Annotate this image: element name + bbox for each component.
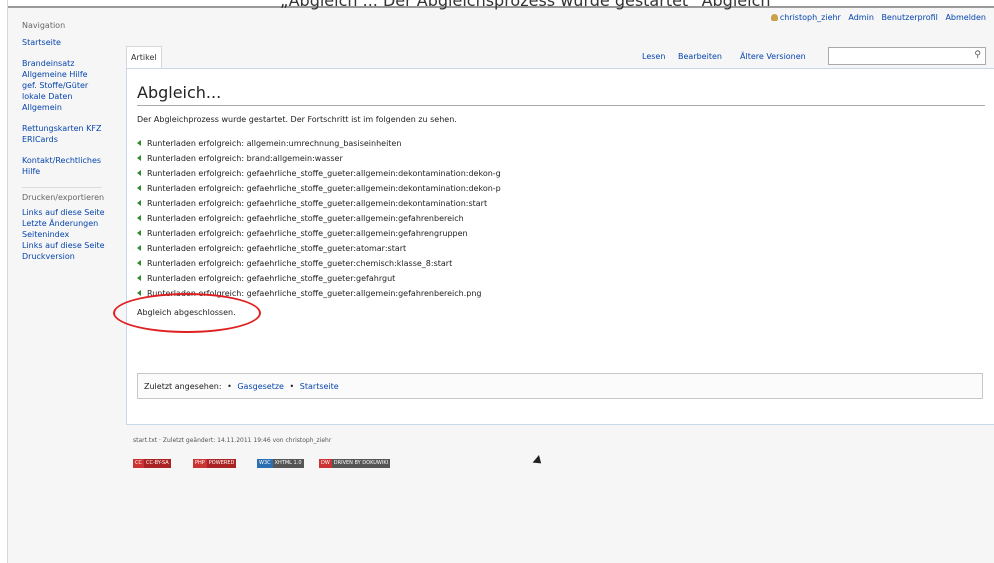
search-input[interactable]: ⚲ [828, 47, 986, 65]
success-arrow-icon [137, 260, 141, 266]
success-arrow-icon [137, 245, 141, 251]
sidebar-item-ericards[interactable]: ERICards [22, 134, 122, 145]
sidebar: Navigation Startseite Brandeinsatz Allge… [22, 20, 122, 272]
sidebar-item-print-version[interactable]: Druckversion [22, 251, 122, 262]
footer-page-info: start.txt · Zuletzt geändert: 14.11.2011… [133, 437, 332, 444]
list-item: Runterladen erfolgreich: brand:allgemein… [137, 151, 501, 166]
license-badge[interactable]: CC CC-BY-SA [133, 459, 189, 468]
sidebar-group-cards: Rettungskarten KFZ ERICards [22, 123, 122, 145]
tabs-row: Artikel Lesen Bearbeiten Ältere Versione… [126, 46, 994, 69]
sidebar-group-tools: Links auf diese Seite Letzte Änderungen … [22, 207, 122, 262]
sidebar-item-brandeinsatz[interactable]: Brandeinsatz [22, 58, 122, 69]
success-arrow-icon [137, 230, 141, 236]
sidebar-item-kontakt[interactable]: Kontakt/Rechtliches [22, 155, 122, 166]
intro-text: Der Abgleichprozess wurde gestartet. Der… [137, 115, 457, 124]
tab-edit[interactable]: Bearbeiten [674, 46, 726, 68]
sidebar-item-allgemeine-hilfe[interactable]: Allgemeine Hilfe [22, 69, 122, 80]
magnifier-icon[interactable]: ⚲ [974, 50, 981, 60]
success-arrow-icon [137, 140, 141, 146]
list-item: Runterladen erfolgreich: gefaehrliche_st… [137, 211, 501, 226]
sidebar-item-lokale-daten[interactable]: lokale Daten [22, 91, 122, 102]
breadcrumb-startseite[interactable]: Startseite [300, 382, 339, 391]
sidebar-heading: Navigation [22, 21, 66, 30]
admin-link[interactable]: Admin [848, 13, 874, 22]
page-title: Abgleich... [137, 83, 222, 102]
sidebar-group-contact: Kontakt/Rechtliches Hilfe [22, 155, 122, 177]
personal-tools: christoph_ziehr Admin Benutzerprofil Abm… [766, 13, 986, 22]
success-arrow-icon [137, 290, 141, 296]
success-arrow-icon [137, 200, 141, 206]
w3c-badge[interactable]: W3C XHTML 1.0 [257, 459, 313, 468]
download-list: Runterladen erfolgreich: allgemein:umrec… [137, 136, 501, 301]
sidebar-item-gef-stoffe[interactable]: gef. Stoffe/Güter [22, 80, 122, 91]
list-item: Runterladen erfolgreich: gefaehrliche_st… [137, 226, 501, 241]
success-arrow-icon [137, 185, 141, 191]
list-item: Runterladen erfolgreich: gefaehrliche_st… [137, 196, 501, 211]
breadcrumb-bullet: • [289, 382, 295, 391]
sidebar-group-topics: Brandeinsatz Allgemeine Hilfe gef. Stoff… [22, 58, 122, 113]
highlight-ellipse [113, 293, 261, 333]
sidebar-item-recent-changes[interactable]: Letzte Änderungen [22, 218, 122, 229]
sidebar-item-rettungskarten[interactable]: Rettungskarten KFZ [22, 123, 122, 134]
breadcrumb-label: Zuletzt angesehen: [144, 382, 222, 391]
breadcrumb-gasgesetze[interactable]: Gasgesetze [237, 382, 284, 391]
success-arrow-icon [137, 215, 141, 221]
list-item: Runterladen erfolgreich: gefaehrliche_st… [137, 271, 501, 286]
left-frame [0, 0, 8, 563]
sidebar-group-main: Startseite [22, 37, 122, 48]
list-item: Runterladen erfolgreich: gefaehrliche_st… [137, 166, 501, 181]
sidebar-item-links-here-2[interactable]: Links auf diese Seite [22, 240, 122, 251]
top-caption: „Abgleich ... Der Abgleichsprozess wurde… [280, 0, 771, 10]
success-arrow-icon [137, 275, 141, 281]
success-arrow-icon [137, 170, 141, 176]
php-badge[interactable]: PHP POWERED [193, 459, 253, 468]
sidebar-print-heading: Drucken/exportieren [22, 193, 105, 202]
sidebar-item-links-here[interactable]: Links auf diese Seite [22, 207, 122, 218]
tab-article[interactable]: Artikel [126, 46, 162, 69]
top-strip: „Abgleich ... Der Abgleichsprozess wurde… [0, 0, 994, 10]
list-item: Runterladen erfolgreich: gefaehrliche_st… [137, 241, 501, 256]
sidebar-item-allgemein[interactable]: Allgemein [22, 102, 122, 113]
tab-history[interactable]: Ältere Versionen [736, 46, 810, 68]
logout-link[interactable]: Abmelden [945, 13, 986, 22]
sidebar-item-page-index[interactable]: Seitenindex [22, 229, 122, 240]
breadcrumb-bullet: • [227, 382, 232, 391]
dokuwiki-badge[interactable]: DW DRIVEN BY DOKUWIKI [319, 459, 441, 468]
success-arrow-icon [137, 155, 141, 161]
list-item: Runterladen erfolgreich: allgemein:umrec… [137, 136, 501, 151]
list-item: Runterladen erfolgreich: gefaehrliche_st… [137, 256, 501, 271]
tab-read[interactable]: Lesen [638, 46, 669, 68]
sidebar-item-hilfe[interactable]: Hilfe [22, 166, 122, 177]
user-link[interactable]: christoph_ziehr [780, 13, 841, 22]
profile-link[interactable]: Benutzerprofil [881, 13, 937, 22]
title-divider [137, 105, 985, 106]
list-item: Runterladen erfolgreich: gefaehrliche_st… [137, 181, 501, 196]
user-icon [770, 14, 778, 21]
main-content: Abgleich... Der Abgleichprozess wurde ge… [113, 68, 994, 425]
breadcrumb: Zuletzt angesehen: • Gasgesetze • Starts… [137, 373, 983, 399]
sidebar-item-startseite[interactable]: Startseite [22, 37, 122, 48]
sidebar-divider [22, 187, 102, 188]
